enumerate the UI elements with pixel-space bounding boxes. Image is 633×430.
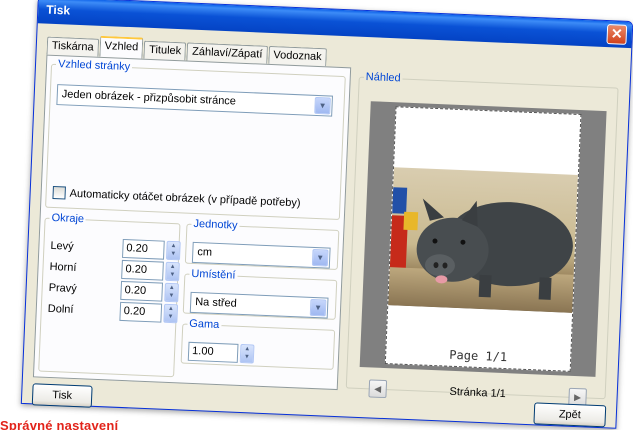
margin-right-input[interactable]: 0.20: [120, 280, 164, 302]
margin-row-top: Horní 0.20 ▲ ▼: [49, 257, 180, 282]
article-caption: Správné nastavení: [0, 418, 119, 430]
layout-mode-select[interactable]: Jeden obrázek - přizpůsobit stránce ▼: [56, 84, 333, 117]
gamma-group: Gama 1.00 ▲ ▼: [180, 317, 336, 370]
print-dialog: Tisk ✕ Tiskárna Vzhled Titulek Záhlaví/Z…: [20, 0, 633, 429]
close-icon: ✕: [610, 25, 624, 42]
pig-leg: [538, 277, 552, 300]
units-legend: Jednotky: [193, 217, 238, 232]
preview-group: Náhled Page 1/1 ◀ Stránka 1/1 ▶: [345, 70, 619, 407]
margin-row-right: Pravý 0.20 ▲ ▼: [48, 278, 179, 303]
pig-illustration: [416, 198, 573, 300]
margin-row-bottom: Dolní 0.20 ▲ ▼: [47, 299, 179, 324]
auto-rotate-row[interactable]: Automaticky otáčet obrázek (v případě po…: [52, 185, 301, 209]
previous-page-button[interactable]: ◀: [368, 379, 388, 399]
gamma-row: 1.00 ▲ ▼: [187, 341, 255, 364]
auto-rotate-checkbox[interactable]: [52, 185, 66, 200]
margin-top-spinner[interactable]: ▲ ▼: [165, 261, 180, 282]
tab-panel-appearance: Vzhled stránky Jeden obrázek - přizpůsob…: [32, 54, 352, 391]
page-number-label: Page 1/1: [449, 347, 508, 365]
window-title: Tisk: [46, 2, 71, 18]
gamma-spinner[interactable]: ▲ ▼: [239, 343, 255, 364]
margin-right-label: Pravý: [48, 281, 78, 295]
pig-leg: [478, 274, 492, 298]
margin-bottom-label: Dolní: [47, 302, 74, 316]
margin-right-spinner[interactable]: ▲ ▼: [164, 282, 179, 303]
margins-legend: Okraje: [51, 211, 85, 226]
margin-bottom-spinner[interactable]: ▲ ▼: [163, 303, 179, 324]
margins-group: Okraje Levý 0.20 ▲ ▼ Horní 0.20 ▲ ▼ Pravý …: [38, 211, 181, 378]
preview-legend: Náhled: [365, 70, 401, 85]
chevron-down-icon: ▼: [311, 248, 329, 267]
units-select[interactable]: cm ▼: [191, 241, 331, 269]
units-value: cm: [197, 246, 213, 259]
chevron-down-icon: ▼: [314, 96, 331, 115]
arrow-left-icon: ◀: [374, 383, 382, 394]
placement-group: Umístění Na střed ▼: [182, 267, 338, 320]
screenshot-stage: Tisk ✕ Tiskárna Vzhled Titulek Záhlaví/Z…: [0, 0, 633, 430]
placement-value: Na střed: [194, 296, 238, 310]
placement-legend: Umístění: [191, 267, 236, 282]
back-button[interactable]: Zpět: [533, 402, 607, 428]
margin-left-spinner[interactable]: ▲ ▼: [165, 240, 181, 261]
margin-bottom-input[interactable]: 0.20: [119, 301, 163, 323]
margin-left-label: Levý: [50, 239, 74, 253]
placement-select[interactable]: Na střed ▼: [189, 291, 329, 319]
arrow-right-icon: ▶: [573, 391, 582, 403]
print-button[interactable]: Tisk: [31, 383, 93, 408]
units-group: Jednotky cm ▼: [184, 217, 340, 270]
auto-rotate-label: Automaticky otáčet obrázek (v případě po…: [69, 187, 301, 209]
preview-page: Page 1/1: [384, 106, 582, 372]
page-layout-legend: Vzhled stránky: [57, 58, 131, 74]
pig-ear-left: [422, 198, 444, 221]
chevron-down-icon: ▼: [309, 298, 327, 317]
margin-row-left: Levý 0.20 ▲ ▼: [50, 236, 181, 261]
margin-left-input[interactable]: 0.20: [122, 238, 165, 260]
close-button[interactable]: ✕: [606, 24, 628, 45]
layout-mode-value: Jeden obrázek - přizpůsobit stránce: [61, 88, 237, 108]
page-layout-group: Vzhled stránky Jeden obrázek - přizpůsob…: [45, 57, 347, 221]
margin-top-input[interactable]: 0.20: [121, 259, 164, 281]
preview-area: Page 1/1: [359, 101, 607, 377]
pig-photo: [388, 167, 578, 313]
dialog-body: Tiskárna Vzhled Titulek Záhlaví/Zápatí V…: [22, 23, 631, 428]
tab-caption[interactable]: Titulek: [143, 40, 187, 61]
tab-appearance[interactable]: Vzhled: [99, 35, 144, 59]
gamma-legend: Gama: [189, 317, 220, 332]
margin-top-label: Horní: [49, 260, 77, 274]
gamma-input[interactable]: 1.00: [187, 341, 239, 363]
page-indicator: Stránka 1/1: [449, 385, 507, 401]
tab-printer[interactable]: Tiskárna: [46, 36, 99, 57]
